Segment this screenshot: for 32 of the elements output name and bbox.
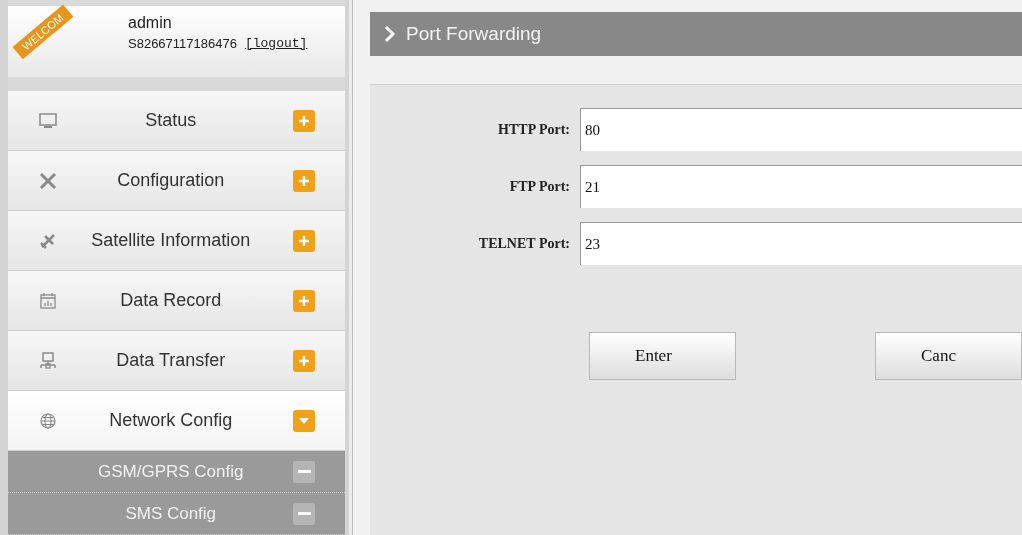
enter-button[interactable]: Enter <box>589 332 736 380</box>
menu-item[interactable]: Satellite Information <box>8 211 346 271</box>
field-label: HTTP Port: <box>497 121 571 139</box>
menu-item[interactable]: Status <box>8 91 346 151</box>
menu-item[interactable]: Data Transfer <box>8 331 346 391</box>
field-label: FTP Port: <box>508 178 571 196</box>
cancel-button[interactable]: Canc <box>875 332 1022 380</box>
tools-icon <box>38 170 58 191</box>
monitor-icon <box>38 110 58 131</box>
menu-item[interactable]: Configuration <box>8 151 346 211</box>
expand-icon[interactable] <box>293 169 316 192</box>
serial-number: S82667117186476 <box>128 35 237 53</box>
collapse-icon[interactable] <box>293 460 316 483</box>
user-name: admin <box>128 14 173 32</box>
expanded-icon[interactable] <box>293 409 316 432</box>
port-input[interactable]: 80 <box>580 108 1022 151</box>
port-input[interactable]: 23 <box>580 222 1022 265</box>
globe-icon <box>38 410 58 431</box>
field-label: TELNET Port: <box>477 235 571 253</box>
collapse-icon[interactable] <box>293 502 316 525</box>
expand-icon[interactable] <box>293 349 316 372</box>
expand-icon[interactable] <box>293 109 316 132</box>
panel-title: Port Forwarding <box>406 21 542 46</box>
calendar-icon <box>38 290 58 311</box>
menu-item[interactable]: Data Record <box>8 271 346 331</box>
chevron-right-icon <box>384 25 396 43</box>
expand-icon[interactable] <box>293 229 316 252</box>
expand-icon[interactable] <box>293 289 316 312</box>
network-icon <box>38 350 58 371</box>
logout-link[interactable]: [logout] <box>244 34 308 54</box>
port-input[interactable]: 21 <box>580 165 1022 208</box>
menu-item[interactable]: Network Config <box>8 391 346 451</box>
